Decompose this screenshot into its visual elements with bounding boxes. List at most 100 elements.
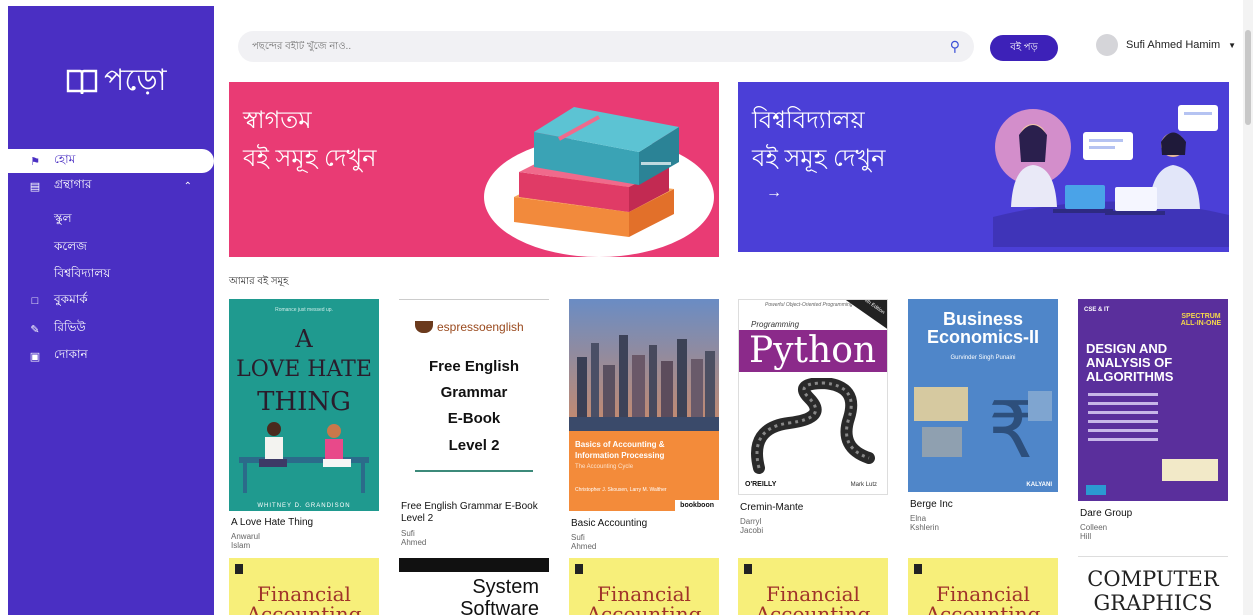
search-bar: ⚲ [238,31,974,62]
cover-author: Gurvinder Singh Punaini [950,355,1016,361]
banner-title: স্বাগতম [243,107,312,134]
book-title[interactable]: Dare Group [1080,508,1228,520]
cover-title-line: E-Book [447,410,501,427]
sidebar-item-label: দোকান [54,347,88,361]
search-input[interactable] [252,41,950,52]
cover-author: Christopher J. Skousen, Larry M. Walther [575,487,667,493]
book-cover[interactable]: Financial Accounting [229,558,379,615]
university-banner[interactable]: বিশ্ববিদ্যালয় বই সমূহ দেখুন → [738,82,1229,252]
home-icon: ⚑ [30,155,40,168]
book-cover[interactable]: Powerful Object-Oriented Programming 4th… [738,299,888,495]
arrow-right-icon[interactable]: → [766,184,782,202]
sidebar-item-label: রিভিউ [54,320,86,334]
section-title: আমার বই সমূহ [229,276,289,287]
cover-tagline: Powerful Object-Oriented Programming [765,302,853,308]
cover-title-line: Accounting [586,602,702,615]
book-title[interactable]: A Love Hate Thing [231,517,381,529]
sidebar-item-home[interactable]: ⚑ হোম [8,149,214,173]
sidebar-subitem-school[interactable]: স্কুল [54,210,72,230]
divider [415,470,533,472]
book-author: Colleen Hill [1080,523,1108,541]
sidebar-item-label: গ্রন্থাগার [54,177,92,191]
sidebar-item-label: হোম [54,152,76,166]
cover-small-title: Programming [751,320,800,329]
publisher-icon [575,564,583,574]
cover-brand: espressoenglish [415,320,524,334]
cover-footer-bar [1086,485,1106,495]
book-author: Darryl Jacobi [740,517,764,535]
book-cover[interactable]: Financial Accounting [908,558,1058,615]
cover-title-line: THING [257,387,351,417]
sidebar-item-library[interactable]: ▤ গ্রন্থাগার ⌃ [8,174,214,198]
cover-title-line: Economics-II [926,327,1040,347]
cover-title-line: Accounting [755,602,871,615]
cover-title-line: LOVE HATE [236,357,372,382]
sidebar-item-shop[interactable]: ▣ দোকান [8,344,214,368]
sidebar-item-bookmark[interactable]: □ বুকমার্ক [8,289,214,313]
cover-tagline: Romance just messed up. [275,307,333,313]
book-cover[interactable]: Romance just messed up. A LOVE HATE THIN… [229,299,379,511]
students-illustration [993,105,1229,247]
search-icon[interactable]: ⚲ [950,38,960,55]
publisher-icon [235,564,243,574]
app-logo[interactable]: পড়ো [66,56,167,107]
book-author: Elna Kshlerin [910,514,939,532]
book-cover[interactable]: System Software [399,558,549,615]
scrollbar[interactable] [1243,0,1253,615]
cover-title-line: ANALYSIS OF [1086,355,1173,370]
cover-title-line: ALGORITHMS [1086,369,1174,384]
cover-title-line: DESIGN AND [1086,341,1168,356]
read-book-button[interactable]: বই পড় [990,35,1058,61]
cover-title-line: Accounting [925,602,1041,615]
cover-bullets [1088,393,1158,441]
cover-title-line: Grammar [440,384,508,401]
book-title[interactable]: Cremin-Mante [740,502,888,514]
banner-title: বিশ্ববিদ্যালয় [752,107,865,134]
user-menu[interactable]: Sufi Ahmed Hamim ▼ [1096,34,1236,56]
cover-title-line: Basics of Accounting & [575,440,665,449]
chevron-up-icon[interactable]: ⌃ [184,181,192,192]
cover-title-line: Level 2 [448,437,500,454]
book-cover[interactable]: Financial Accounting [738,558,888,615]
scrollbar-thumb[interactable] [1245,30,1251,125]
book-cover[interactable]: Business Economics-II Gurvinder Singh Pu… [908,299,1058,492]
cover-subtitle: The Accounting Cycle [575,464,634,470]
publisher-logo: bookboon [675,500,719,511]
publisher-icon [744,564,752,574]
sidebar-item-label: বুকমার্ক [54,292,88,306]
book-cover[interactable]: Basics of Accounting & Information Proce… [569,299,719,511]
book-cover[interactable]: COMPUTER GRAPHICS [1078,556,1228,615]
book-cover[interactable]: CSE & IT SPECTRUM ALL-IN-ONE DESIGN AND … [1078,299,1228,501]
cover-title-line: GRAPHICS [1093,591,1213,615]
banner-subtitle: বই সমূহ দেখুন [243,145,377,172]
sidebar-subitem-university[interactable]: বিশ্ববিদ্যালয় [54,265,110,285]
cover-author: Mark Lutz [850,482,877,488]
sidebar: পড়ো ⚑ হোম ▤ গ্রন্থাগার ⌃ স্কুল কলেজ বিশ… [8,6,214,615]
logo-text: পড়ো [104,64,167,97]
cover-title-line: Free English [428,358,520,375]
library-icon: ▤ [29,180,41,193]
cover-author-box [1162,459,1218,481]
cover-title-line: A [295,325,313,353]
cover-title-line: Python [739,330,887,372]
caret-down-icon: ▼ [1228,40,1237,50]
user-name: Sufi Ahmed Hamim [1126,39,1221,51]
python-snake-image [751,378,875,474]
book-author: Sufi Ahmed [401,529,427,547]
city-skyline-image [569,299,719,431]
book-author: Anwarul Islam [231,532,260,550]
publisher-logo: KALYANI [1026,482,1052,488]
sidebar-item-review[interactable]: ✎ রিভিউ [8,317,214,341]
welcome-banner[interactable]: স্বাগতম বই সমূহ দেখুন [229,82,719,257]
book-cover[interactable]: espressoenglish Free English Grammar E-B… [399,299,549,497]
book-cover[interactable]: Financial Accounting [569,558,719,615]
book-title[interactable]: Berge Inc [910,499,1058,511]
cover-tagline: CSE & IT [1084,307,1110,313]
cover-title-line: Accounting [246,602,362,615]
shop-icon: ▣ [29,350,41,363]
stacked-books-illustration [484,107,714,257]
book-title[interactable]: Free English Grammar E-Book Level 2 [401,501,549,525]
cover-top-bar [399,558,549,572]
sidebar-subitem-college[interactable]: কলেজ [54,238,87,258]
book-title[interactable]: Basic Accounting [571,518,719,530]
